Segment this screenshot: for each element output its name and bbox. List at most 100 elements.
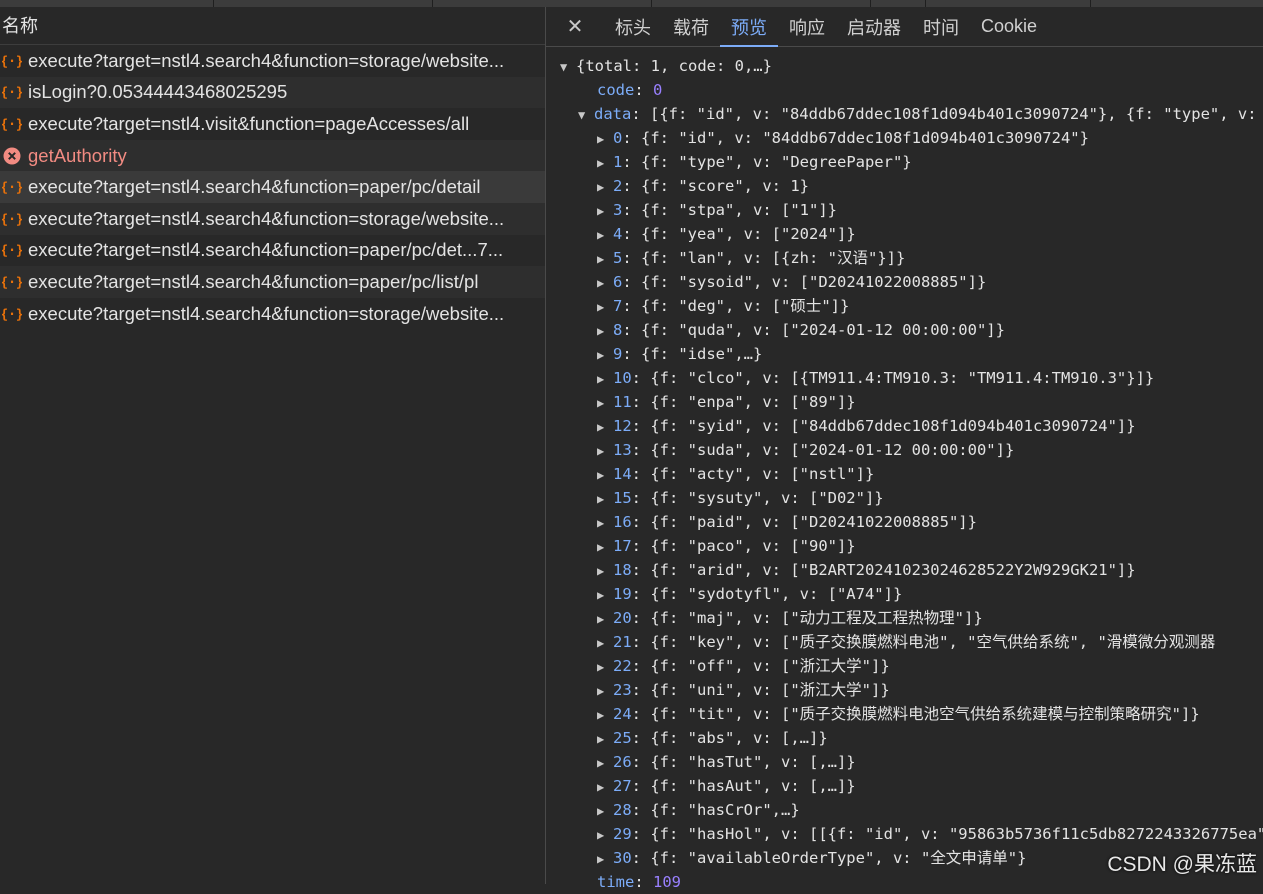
- tree-item-index: 1: [613, 153, 623, 171]
- tree-item-row[interactable]: ▶ 27: {f: "hasAut", v: [,…]}: [597, 774, 856, 798]
- tree-key: time: [597, 873, 635, 891]
- tree-item-value: {f: "availableOrderType", v: "全文申请单"}: [650, 849, 1027, 867]
- tree-item-row[interactable]: ▶ 16: {f: "paid", v: ["D20241022008885"]}: [597, 510, 977, 534]
- request-row[interactable]: {·} execute?target=nstl4.search4&function…: [0, 235, 545, 267]
- tree-item-value: {f: "key", v: ["质子交换膜燃料电池", "空气供给系统", "滑…: [650, 633, 1216, 651]
- tree-item-value: {f: "hasHol", v: [[{f: "id", v: "95863b5…: [650, 825, 1263, 843]
- name-column-header[interactable]: 名称: [0, 7, 545, 45]
- tree-item-value: {f: "abs", v: [,…]}: [650, 729, 828, 747]
- collapsed-triangle-icon: ▶: [597, 612, 605, 626]
- request-name: execute?target=nstl4.search4&function=st…: [28, 207, 505, 229]
- collapsed-triangle-icon: ▶: [597, 780, 605, 794]
- request-name: execute?target=nstl4.search4&function=st…: [28, 302, 505, 324]
- tree-item-row[interactable]: ▶ 14: {f: "acty", v: ["nstl"]}: [597, 462, 874, 486]
- tree-data-row[interactable]: ▼ data: [{f: "id", v: "84ddb67ddec108f1d0…: [578, 102, 1263, 126]
- tree-item-value: {f: "score", v: 1}: [641, 177, 809, 195]
- tree-colon: :: [631, 393, 651, 411]
- tree-item-row[interactable]: ▶ 30: {f: "availableOrderType", v: "全文申请单…: [597, 846, 1026, 870]
- request-name: execute?target=nstl4.search4&function=st…: [28, 49, 505, 71]
- tree-item-value: {f: "type", v: "DegreePaper"}: [641, 153, 912, 171]
- tree-item-row[interactable]: ▶ 23: {f: "uni", v: ["浙江大学"]}: [597, 678, 890, 702]
- tab-4[interactable]: 启动器: [836, 7, 912, 46]
- close-icon[interactable]: ✕: [546, 7, 604, 46]
- request-row[interactable]: {·} execute?target=nstl4.search4&function…: [0, 45, 545, 77]
- tree-item-row[interactable]: ▶ 9: {f: "idse",…}: [597, 342, 762, 366]
- tree-item-row[interactable]: ▶ 8: {f: "quda", v: ["2024-01-12 00:00:00…: [597, 318, 1005, 342]
- tab-3[interactable]: 响应: [778, 7, 836, 46]
- tree-item-row[interactable]: ▶ 21: {f: "key", v: ["质子交换膜燃料电池", "空气供给系统…: [597, 630, 1215, 654]
- tree-item-row[interactable]: ▶ 20: {f: "maj", v: ["动力工程及工程热物理"]}: [597, 606, 983, 630]
- tree-item-index: 9: [613, 345, 623, 363]
- tab-2[interactable]: 预览: [720, 7, 778, 47]
- tree-item-row[interactable]: ▶ 11: {f: "enpa", v: ["89"]}: [597, 390, 856, 414]
- tree-item-row[interactable]: ▶ 29: {f: "hasHol", v: [[{f: "id", v: "95…: [597, 822, 1263, 846]
- request-row[interactable]: {·} execute?target=nstl4.search4&function…: [0, 266, 545, 298]
- tab-1[interactable]: 载荷: [662, 7, 720, 46]
- request-row[interactable]: {·} execute?target=nstl4.search4&function…: [0, 298, 545, 330]
- tree-item-row[interactable]: ▶ 22: {f: "off", v: ["浙江大学"]}: [597, 654, 890, 678]
- request-name: execute?target=nstl4.search4&function=pa…: [28, 239, 504, 261]
- tree-item-row[interactable]: ▶ 3: {f: "stpa", v: ["1"]}: [597, 198, 837, 222]
- svg-text:{·}: {·}: [2, 275, 22, 290]
- tab-6[interactable]: Cookie: [970, 7, 1048, 46]
- tree-item-row[interactable]: ▶ 25: {f: "abs", v: [,…]}: [597, 726, 828, 750]
- tree-item-row[interactable]: ▶ 4: {f: "yea", v: ["2024"]}: [597, 222, 856, 246]
- tree-root-summary: {total: 1, code: 0,…}: [576, 57, 772, 75]
- request-name: isLogin?0.05344443468025295: [28, 81, 288, 103]
- tree-item-row[interactable]: ▶ 18: {f: "arid", v: ["B2ART2024102302462…: [597, 558, 1136, 582]
- tree-item-row[interactable]: ▶ 15: {f: "sysuty", v: ["D02"]}: [597, 486, 884, 510]
- tree-root[interactable]: ▼ {total: 1, code: 0,…}: [560, 54, 772, 78]
- tree-item-row[interactable]: ▶ 6: {f: "sysoid", v: ["D20241022008885"]…: [597, 270, 986, 294]
- tree-colon: :: [631, 369, 651, 387]
- tree-colon: :: [634, 81, 653, 99]
- tree-number-value: 0: [653, 81, 663, 99]
- collapsed-triangle-icon: ▶: [597, 804, 605, 818]
- tree-item-row[interactable]: ▶ 12: {f: "syid", v: ["84ddb67ddec108f1d0…: [597, 414, 1136, 438]
- request-name: execute?target=nstl4.search4&function=pa…: [28, 176, 481, 198]
- collapsed-triangle-icon: ▶: [597, 516, 605, 530]
- tree-item-row[interactable]: ▶ 10: {f: "clco", v: [{TM911.4:TM910.3: "…: [597, 366, 1154, 390]
- tree-item-index: 19: [613, 585, 632, 603]
- tree-item-row[interactable]: ▶ 19: {f: "sydotyfl", v: ["A74"]}: [597, 582, 902, 606]
- tab-5[interactable]: 时间: [912, 7, 970, 46]
- tree-item-row[interactable]: ▶ 5: {f: "lan", v: [{zh: "汉语"}]}: [597, 246, 905, 270]
- tree-item-index: 28: [613, 801, 632, 819]
- request-row[interactable]: {·} execute?target=nstl4.search4&function…: [0, 171, 545, 203]
- collapsed-triangle-icon: ▶: [597, 852, 605, 866]
- tree-item-row[interactable]: ▶ 26: {f: "hasTut", v: [,…]}: [597, 750, 856, 774]
- tree-colon: :: [631, 753, 651, 771]
- tree-item-value: {f: "deg", v: ["硕士"]}: [641, 297, 850, 315]
- tree-colon: :: [631, 801, 651, 819]
- tree-item-index: 26: [613, 753, 632, 771]
- tree-item-row[interactable]: ▶ 17: {f: "paco", v: ["90"]}: [597, 534, 856, 558]
- tree-item-index: 20: [613, 609, 632, 627]
- request-name: execute?target=nstl4.visit&function=page…: [28, 112, 470, 134]
- tree-item-row[interactable]: ▶ 28: {f: "hasCrOr",…}: [597, 798, 800, 822]
- tree-item-row[interactable]: ▶ 24: {f: "tit", v: ["质子交换膜燃料电池空气供给系统建模与控…: [597, 702, 1200, 726]
- tree-item-value: {f: "paid", v: ["D20241022008885"]}: [650, 513, 977, 531]
- tree-item-value: {f: "acty", v: ["nstl"]}: [650, 465, 875, 483]
- tree-item-index: 27: [613, 777, 632, 795]
- request-row[interactable]: {·} execute?target=nstl4.search4&function…: [0, 202, 545, 235]
- tab-0[interactable]: 标头: [604, 7, 662, 46]
- tree-item-row[interactable]: ▶ 1: {f: "type", v: "DegreePaper"}: [597, 150, 912, 174]
- tree-item-value: {f: "idse",…}: [641, 345, 763, 363]
- tree-colon: :: [622, 201, 642, 219]
- tree-item-value: {f: "yea", v: ["2024"]}: [641, 225, 856, 243]
- tree-item-index: 12: [613, 417, 632, 435]
- collapsed-triangle-icon: ▶: [597, 324, 605, 338]
- tree-item-row[interactable]: ▶ 7: {f: "deg", v: ["硕士"]}: [597, 294, 849, 318]
- request-row[interactable]: {·} execute?target=nstl4.visit&function=p…: [0, 108, 545, 140]
- tree-item-row[interactable]: ▶ 0: {f: "id", v: "84ddb67ddec108f1d094b4…: [597, 126, 1089, 150]
- collapsed-triangle-icon: ▶: [597, 396, 605, 410]
- request-row[interactable]: {·} isLogin?0.05344443468025295: [0, 76, 545, 109]
- tree-item-row[interactable]: ▶ 13: {f: "suda", v: ["2024-01-12 00:00:0…: [597, 438, 1014, 462]
- svg-text:{·}: {·}: [2, 307, 22, 322]
- tree-item-value: {f: "hasAut", v: [,…]}: [650, 777, 856, 795]
- request-row[interactable]: getAuthority: [0, 139, 545, 172]
- tree-item-value: {f: "syid", v: ["84ddb67ddec108f1d094b40…: [650, 417, 1136, 435]
- tree-colon: :: [631, 705, 651, 723]
- tree-colon: :: [631, 657, 651, 675]
- tree-item-index: 25: [613, 729, 632, 747]
- tree-item-row[interactable]: ▶ 2: {f: "score", v: 1}: [597, 174, 809, 198]
